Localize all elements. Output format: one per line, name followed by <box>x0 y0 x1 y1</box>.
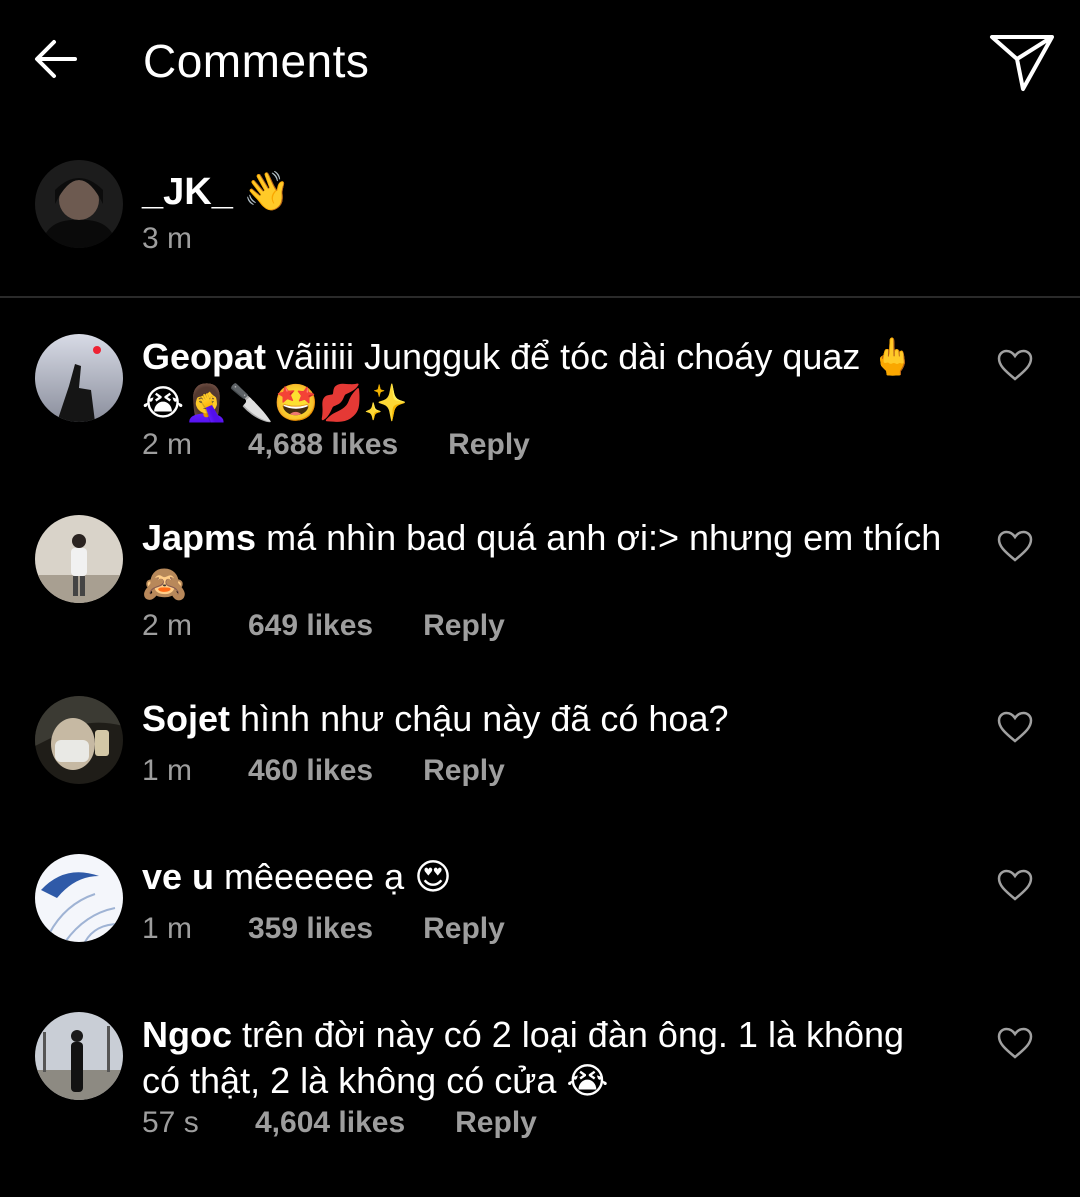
post-caption: _JK_ 👋 3 m <box>0 150 1080 290</box>
comment-content: hình như chậu này đã có hoa? <box>240 698 729 739</box>
comment-time: 2 m <box>142 609 193 642</box>
comment-username[interactable]: Ngoc <box>142 1014 232 1055</box>
share-button[interactable] <box>988 32 1056 94</box>
comment-meta: 1 m 359 likes Reply <box>142 912 505 946</box>
comment-time: 2 m <box>142 428 193 461</box>
heart-icon[interactable] <box>996 529 1034 563</box>
heart-icon[interactable] <box>996 1026 1034 1060</box>
avatar[interactable] <box>35 1012 123 1100</box>
avatar[interactable] <box>35 854 123 942</box>
reply-button[interactable]: Reply <box>423 912 505 946</box>
comment-likes[interactable]: 359 likes <box>248 912 373 946</box>
avatar[interactable] <box>35 334 123 422</box>
avatar[interactable] <box>35 160 123 248</box>
comment-text: Japms má nhìn bad quá anh ơi:> nhưng em t… <box>142 515 942 607</box>
comment-likes[interactable]: 460 likes <box>248 754 373 788</box>
comment-username[interactable]: Geopat <box>142 336 266 377</box>
comment-meta: 57 s 4,604 likes Reply <box>142 1106 537 1140</box>
comment-content: mêeeeee ạ 😍 <box>224 856 452 897</box>
divider <box>0 296 1080 298</box>
back-button[interactable] <box>30 36 80 82</box>
caption-text: _JK_ 👋 <box>142 170 291 214</box>
waving-hand-emoji: 👋 <box>243 171 291 213</box>
comment-text: ve u mêeeeee ạ 😍 <box>142 854 942 900</box>
caption-username[interactable]: _JK_ <box>142 171 233 213</box>
comment-text: Ngoc trên đời này có 2 loại đàn ông. 1 là… <box>142 1012 942 1104</box>
avatar[interactable] <box>35 515 123 603</box>
heart-icon[interactable] <box>996 868 1034 902</box>
comment-content: má nhìn bad quá anh ơi:> nhưng em thích … <box>142 517 942 604</box>
comment-meta: 2 m 4,688 likes Reply <box>142 428 530 462</box>
comment-username[interactable]: Japms <box>142 517 256 558</box>
caption-time: 3 m <box>142 222 193 255</box>
comment-username[interactable]: ve u <box>142 856 214 897</box>
comment-time: 1 m <box>142 754 193 787</box>
comment-text: Geopat vãiiiii Jungguk để tóc dài choáy q… <box>142 334 942 426</box>
arrow-left-icon <box>35 40 77 78</box>
comment-content: trên đời này có 2 loại đàn ông. 1 là khô… <box>142 1014 905 1101</box>
comment-likes[interactable]: 4,688 likes <box>248 428 398 462</box>
comment-time: 57 s <box>142 1106 199 1139</box>
avatar[interactable] <box>35 696 123 784</box>
reply-button[interactable]: Reply <box>448 428 530 462</box>
heart-icon[interactable] <box>996 348 1034 382</box>
comment-likes[interactable]: 649 likes <box>248 609 373 643</box>
comment-likes[interactable]: 4,604 likes <box>255 1106 405 1140</box>
send-icon <box>990 35 1054 91</box>
reply-button[interactable]: Reply <box>423 754 505 788</box>
comment-time: 1 m <box>142 912 193 945</box>
top-bar: Comments <box>0 0 1080 120</box>
comment-meta: 2 m 649 likes Reply <box>142 609 505 643</box>
comment-text: Sojet hình như chậu này đã có hoa? <box>142 696 942 742</box>
page-title: Comments <box>143 35 370 87</box>
heart-icon[interactable] <box>996 710 1034 744</box>
reply-button[interactable]: Reply <box>423 609 505 643</box>
reply-button[interactable]: Reply <box>455 1106 537 1140</box>
comment-meta: 1 m 460 likes Reply <box>142 754 505 788</box>
comment-username[interactable]: Sojet <box>142 698 230 739</box>
